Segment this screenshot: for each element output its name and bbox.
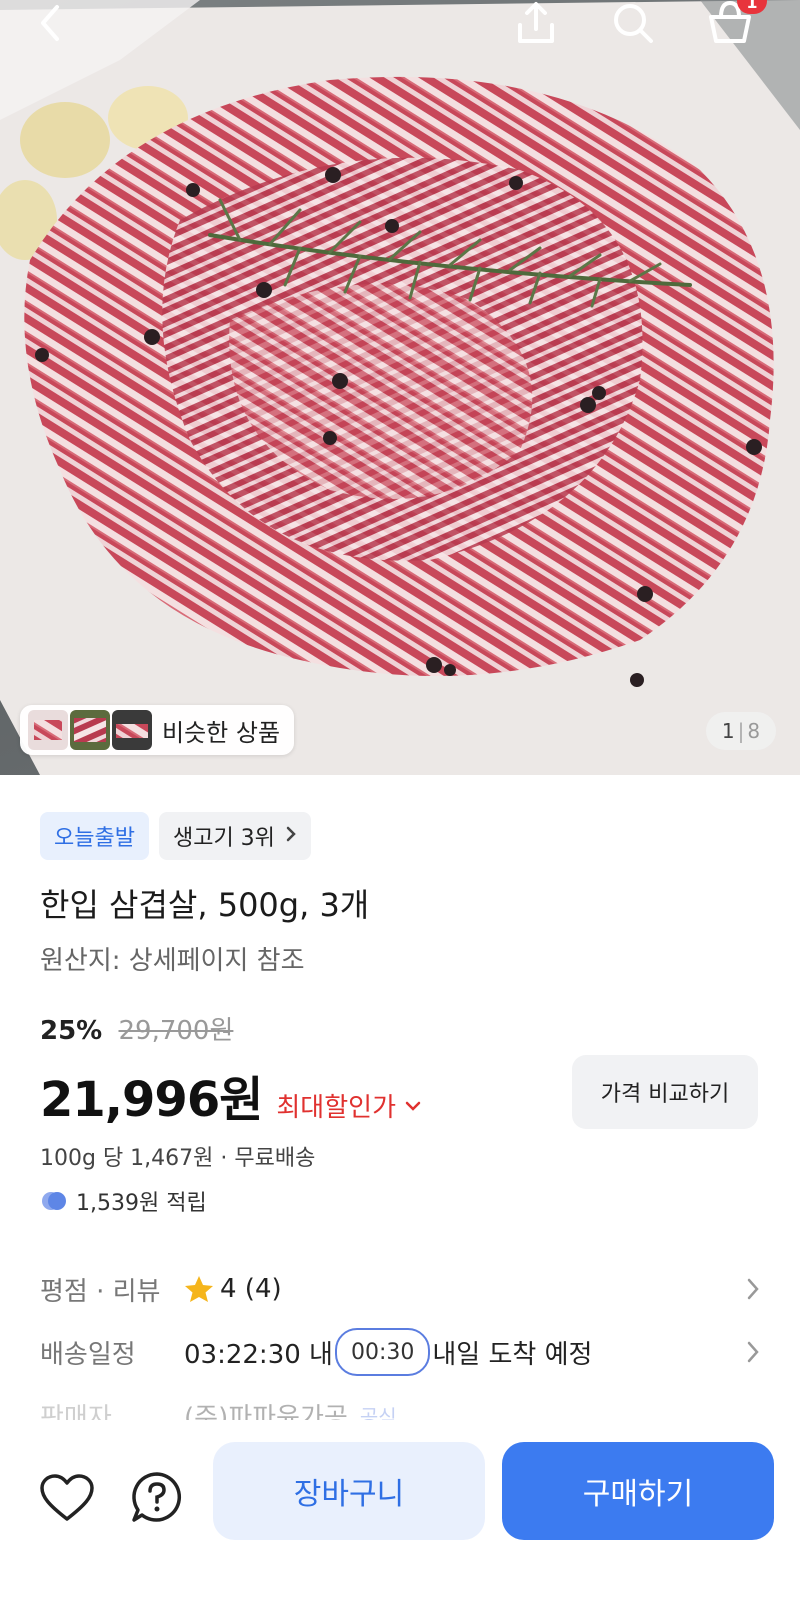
- chevron-right-icon: [747, 1341, 759, 1363]
- star-icon: [185, 1276, 213, 1302]
- buy-now-button[interactable]: 구매하기: [502, 1442, 774, 1540]
- delivery-label: 배송일정: [40, 1339, 136, 1370]
- max-discount-label: 최대할인가: [276, 1093, 396, 1123]
- add-to-cart-button[interactable]: 장바구니: [213, 1442, 485, 1540]
- total-image-count: 8: [747, 719, 761, 743]
- counter-separator: |: [737, 719, 745, 743]
- discount-rate: 25%: [40, 1016, 103, 1046]
- max-discount-dropdown[interactable]: 최대할인가: [276, 1087, 422, 1124]
- product-image-gallery[interactable]: 1 비슷한 상품 1 | 8: [0, 0, 800, 775]
- original-price: 29,700원: [118, 1016, 234, 1046]
- product-tags: 오늘출발 생고기 3위: [40, 812, 321, 860]
- similar-products-label: 비슷한 상품: [162, 718, 281, 747]
- back-button[interactable]: [20, 0, 80, 46]
- heart-icon: [40, 1474, 94, 1521]
- inquiry-button[interactable]: [127, 1468, 187, 1528]
- chevron-right-icon: [747, 1278, 759, 1300]
- current-image-index: 1: [721, 719, 735, 743]
- category-rank-label: 생고기 3위: [172, 826, 275, 851]
- unit-price-shipping: 100g 당 1,467원 · 무료배송: [40, 1146, 316, 1171]
- rating-review-row[interactable]: 평점 · 리뷰 4 (4): [40, 1265, 760, 1313]
- product-title: 한입 삼겹살, 500g, 3개: [40, 886, 370, 924]
- points-coin-icon: [42, 1192, 66, 1210]
- product-photo: [0, 0, 800, 775]
- delivery-timer-chip: 00:30: [334, 1328, 431, 1376]
- bottom-action-bar: 장바구니 구매하기: [0, 1420, 800, 1610]
- product-origin: 원산지: 상세페이지 참조: [40, 946, 305, 976]
- chevron-left-icon: [41, 5, 59, 41]
- today-dispatch-tag: 오늘출발: [40, 812, 149, 860]
- sale-price: 21,996원: [40, 1072, 263, 1128]
- delivery-eta: 내일 도착 예정: [432, 1339, 593, 1370]
- delivery-value-group: 03:22:30 내 00:30 내일 도착 예정: [184, 1328, 592, 1376]
- rating-label: 평점 · 리뷰: [40, 1276, 161, 1307]
- wishlist-button[interactable]: [37, 1468, 97, 1528]
- similar-thumbnail: [70, 710, 110, 750]
- share-button[interactable]: [506, 0, 566, 46]
- search-button[interactable]: [603, 0, 663, 46]
- reward-points: 1,539원 적립: [40, 1185, 207, 1217]
- category-rank-tag[interactable]: 생고기 3위: [158, 812, 311, 860]
- price-row: 21,996원 최대할인가: [40, 1060, 422, 1130]
- rating-value: 4 (4): [220, 1274, 282, 1304]
- chevron-down-icon: [405, 1101, 421, 1111]
- delivery-schedule-row[interactable]: 배송일정 03:22:30 내 00:30 내일 도착 예정: [40, 1328, 760, 1376]
- similar-thumbnail: [112, 710, 152, 750]
- chevron-right-icon: [285, 825, 297, 848]
- cart-button[interactable]: 1: [700, 0, 767, 46]
- discount-row: 25% 29,700원: [40, 1010, 233, 1047]
- share-upload-icon: [518, 2, 554, 43]
- question-icon: [132, 1472, 182, 1522]
- search-icon: [614, 4, 653, 43]
- similar-thumbnail: [28, 710, 68, 750]
- similar-products-button[interactable]: 비슷한 상품: [20, 705, 295, 755]
- rating-value-group: 4 (4): [184, 1274, 282, 1304]
- delivery-cutoff-time: 03:22:30 내: [184, 1339, 333, 1370]
- points-value: 1,539원 적립: [76, 1191, 207, 1216]
- image-page-counter: 1 | 8: [706, 712, 776, 750]
- compare-price-button[interactable]: 가격 비교하기: [572, 1055, 758, 1129]
